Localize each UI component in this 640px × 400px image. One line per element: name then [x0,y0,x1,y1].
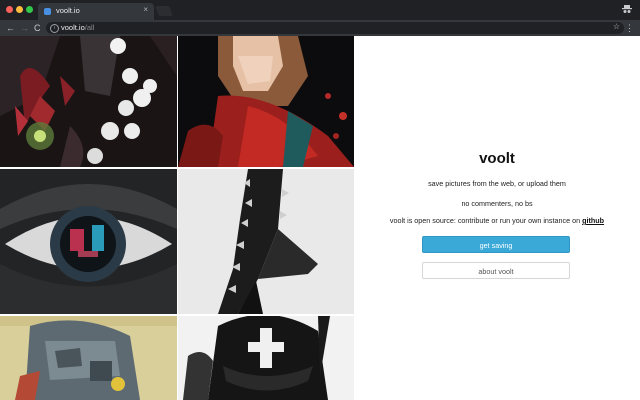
url-text[interactable]: voolt.io/all [61,23,94,32]
gallery-image-spiked-boot[interactable] [178,169,354,314]
page-content: voolt save pictures from the web, or upl… [0,36,640,400]
reload-icon[interactable]: C [34,22,41,34]
gallery-image-red-jacket[interactable] [178,36,354,167]
gallery-image-ink-masked-figure[interactable] [178,316,354,400]
address-bar[interactable]: i voolt.io/all ☆ [46,22,624,34]
browser-tab-active[interactable]: voolt.io × [38,3,154,20]
open-source-prefix: voolt is open source: contribute or run … [389,216,581,225]
intro-panel: voolt save pictures from the web, or upl… [354,36,640,400]
image-gallery [0,36,354,400]
url-path: /all [84,23,95,32]
url-host: voolt.io [61,23,85,32]
incognito-icon[interactable] [622,4,632,14]
gallery-image-illustration-ghosts[interactable] [0,36,177,167]
maximize-window-button[interactable] [26,6,33,13]
brand-title: voolt [479,150,515,167]
tagline-text: save pictures from the web, or upload th… [428,179,566,188]
close-window-button[interactable] [6,6,13,13]
open-source-text: voolt is open source: contribute or run … [354,216,640,225]
no-comments-text: no commenters, no bs [461,199,533,208]
tab-title: voolt.io [56,6,80,15]
browser-tabstrip: voolt.io × [0,0,640,20]
new-tab-button[interactable] [155,6,173,16]
info-icon[interactable]: i [50,24,59,33]
about-button[interactable]: about voolt [422,262,570,279]
bookmark-star-icon[interactable]: ☆ [613,22,620,31]
github-link[interactable]: github [582,216,604,225]
gallery-image-cyber-helmet[interactable] [0,316,177,400]
tab-close-button[interactable]: × [143,5,148,14]
browser-toolbar: ← → C i voolt.io/all ☆ ⋮ [0,20,640,36]
gallery-image-eye-closeup[interactable] [0,169,177,314]
minimize-window-button[interactable] [16,6,23,13]
forward-arrow-icon[interactable]: → [20,22,29,34]
browser-menu-icon[interactable]: ⋮ [625,22,634,34]
back-arrow-icon[interactable]: ← [6,22,15,34]
favicon-icon [44,8,51,15]
get-saving-button[interactable]: get saving [422,236,570,253]
